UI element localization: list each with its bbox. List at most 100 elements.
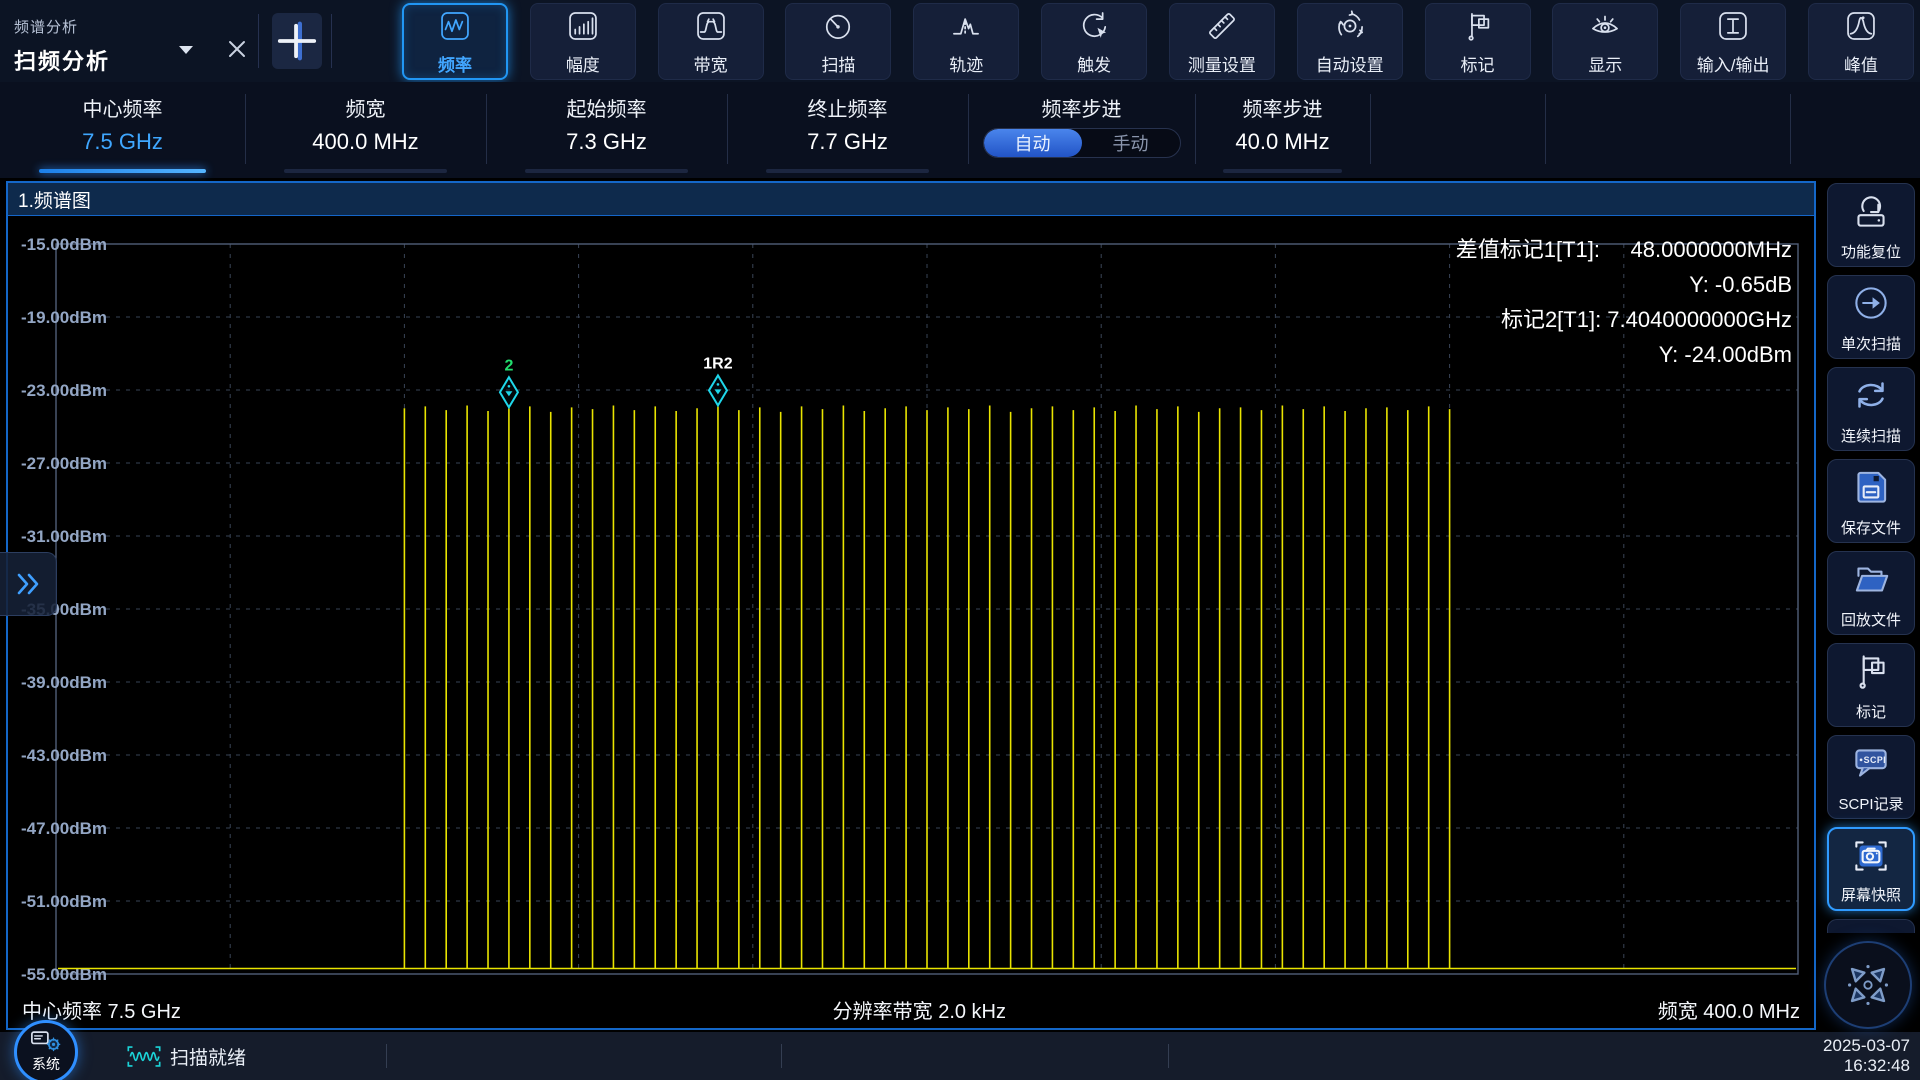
sidebar-item-partial[interactable] [1827, 919, 1915, 933]
sidebar-button-label: 单次扫描 [1841, 333, 1901, 354]
plus-icon [276, 18, 318, 64]
marker-label-1R2: 1R2 [703, 355, 732, 372]
footer-rbw: 分辨率带宽 2.0 kHz [833, 995, 1006, 1024]
sidebar-button-open-file[interactable]: 回放文件 [1827, 551, 1915, 635]
svg-text:-15.00dBm: -15.00dBm [21, 235, 107, 254]
toolbar-button-label: 显示 [1588, 51, 1622, 76]
system-gear-icon [30, 1030, 62, 1055]
panel-expander-button[interactable] [0, 552, 57, 616]
sidebar-button-label: 标记 [1856, 701, 1886, 722]
toolbar-button-peak[interactable]: 峰值 [1808, 3, 1914, 80]
toolbar-button-freq[interactable]: 频率 [402, 3, 508, 80]
sidebar-button-reset[interactable]: 功能复位 [1827, 183, 1915, 267]
svg-text:-23.00dBm: -23.00dBm [21, 381, 107, 400]
toolbar-button-label: 自动设置 [1316, 51, 1384, 76]
param-value[interactable]: 7.3 GHz [486, 129, 727, 155]
marker-2[interactable]: 2 [500, 357, 518, 407]
toolbar-button-display[interactable]: 显示 [1552, 3, 1658, 80]
save-file-icon [1848, 464, 1894, 515]
toolbar-button-trace[interactable]: 轨迹 [913, 3, 1019, 80]
toolbar-button-measure[interactable]: 测量设置 [1169, 3, 1275, 80]
double-chevron-right-icon [14, 571, 42, 597]
sweep-status-icon [126, 1045, 162, 1073]
toolbar-button-trigger[interactable]: 触发 [1041, 3, 1147, 80]
marker-1R2[interactable]: 1R2 [703, 355, 732, 405]
sweep-status-text: 扫描就绪 [170, 1043, 246, 1070]
status-divider [386, 1044, 387, 1068]
param-field-4: 频率步进自动手动 [968, 82, 1195, 178]
sidebar-button-single-sweep[interactable]: 单次扫描 [1827, 275, 1915, 359]
display-icon [1586, 7, 1624, 50]
reset-icon [1848, 188, 1894, 239]
parameter-bar: 全频宽 更多... 中心频率7.5 GHz频宽400.0 MHz起始频率7.3 … [0, 82, 1920, 178]
param-divider [1545, 94, 1546, 164]
nav-cross-icon [1841, 958, 1895, 1012]
toolbar-button-label: 输入/输出 [1697, 51, 1770, 76]
system-button[interactable]: 系统 [14, 1020, 78, 1080]
marker-readout: 差值标记1[T1]: 48.0000000MHzY: -0.65dB标记2[T1… [1456, 232, 1792, 372]
toggle-option-1[interactable]: 手动 [1082, 129, 1180, 157]
toolbar-button-label: 触发 [1077, 51, 1111, 76]
svg-text:-47.00dBm: -47.00dBm [21, 819, 107, 838]
marker-readout-line: Y: -24.00dBm [1456, 337, 1792, 372]
chart-title: 1.频谱图 [8, 183, 1814, 216]
param-value[interactable]: 40.0 MHz [1195, 129, 1370, 155]
toolbar-button-label: 峰值 [1844, 51, 1878, 76]
trace-icon [947, 7, 985, 50]
toolbar-button-label: 轨迹 [949, 51, 983, 76]
open-file-icon [1848, 556, 1894, 607]
close-tab-icon[interactable] [224, 36, 250, 62]
sidebar-button-scpi[interactable]: SCPISCPI记录 [1827, 735, 1915, 819]
amplitude-icon [564, 7, 602, 50]
toolbar-button-marker[interactable]: 标记 [1425, 3, 1531, 80]
mode-dropdown-caret-icon[interactable] [178, 42, 194, 60]
svg-text:-19.00dBm: -19.00dBm [21, 308, 107, 327]
measure-icon [1203, 7, 1241, 50]
partial-icon [1848, 922, 1894, 933]
toolbar-button-bandwidth[interactable]: 带宽 [658, 3, 764, 80]
freq-step-mode-toggle: 自动手动 [983, 128, 1181, 158]
toolbar-button-sweep[interactable]: 扫描 [785, 3, 891, 80]
spectrum-plot[interactable]: -15.00dBm -19.00dBm -23.00dBm -27.00dBm -31.… [8, 216, 1814, 991]
marker-icon [1459, 7, 1497, 50]
navigation-pad-button[interactable] [1824, 941, 1912, 1029]
mode-tab[interactable]: 频谱分析 扫频分析 [14, 16, 164, 76]
date-label: 2025-03-07 [1823, 1036, 1910, 1056]
sidebar-button-label: 连续扫描 [1841, 425, 1901, 446]
param-label: 频宽 [245, 93, 486, 122]
toolbar-button-label: 扫描 [821, 51, 855, 76]
bandwidth-icon [692, 7, 730, 50]
param-value[interactable]: 400.0 MHz [245, 129, 486, 155]
cont-sweep-icon [1848, 372, 1894, 423]
svg-text:-27.00dBm: -27.00dBm [21, 454, 107, 473]
sidebar-button-flag[interactable]: 标记 [1827, 643, 1915, 727]
camera-icon [1848, 833, 1894, 884]
param-underline [525, 169, 689, 173]
param-field-1: 频宽 400.0 MHz [245, 82, 486, 178]
param-divider [727, 94, 728, 164]
toolbar-button-io[interactable]: 输入/输出 [1680, 3, 1786, 80]
sidebar-button-label: 屏幕快照 [1841, 884, 1901, 905]
toggle-option-0[interactable]: 自动 [984, 129, 1082, 157]
sidebar-button-camera[interactable]: 屏幕快照 [1827, 827, 1915, 911]
param-value[interactable]: 7.7 GHz [727, 129, 968, 155]
add-tab-button[interactable] [272, 13, 322, 69]
freq-icon [436, 7, 474, 50]
sidebar-button-save-file[interactable]: 保存文件 [1827, 459, 1915, 543]
sidebar-button-label: 保存文件 [1841, 517, 1901, 538]
param-value[interactable]: 7.5 GHz [0, 129, 245, 155]
sidebar-button-cont-sweep[interactable]: 连续扫描 [1827, 367, 1915, 451]
param-divider [968, 94, 969, 164]
param-underline [1223, 169, 1342, 173]
toolbar-button-autoset[interactable]: 自动设置 [1297, 3, 1403, 80]
status-divider [1168, 1044, 1169, 1068]
param-field-3: 终止频率7.7 GHz [727, 82, 968, 178]
time-label: 16:32:48 [1823, 1056, 1910, 1076]
param-field-0: 中心频率7.5 GHz [0, 82, 245, 178]
header-divider [331, 14, 332, 68]
sweep-icon [819, 7, 857, 50]
sidebar-button-label: 回放文件 [1841, 609, 1901, 630]
status-bar: 系统 扫描就绪 2025-03-07 16:32:48 [0, 1032, 1920, 1080]
svg-text:-31.00dBm: -31.00dBm [21, 527, 107, 546]
toolbar-button-amplitude[interactable]: 幅度 [530, 3, 636, 80]
